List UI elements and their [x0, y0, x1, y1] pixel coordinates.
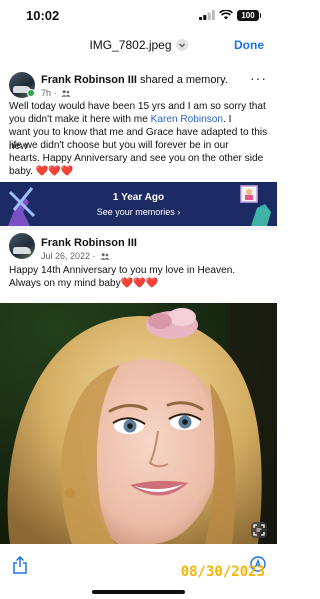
post-author-line: Frank Robinson III shared a memory.	[41, 74, 228, 86]
memory-share-post: Frank Robinson III shared a memory. 7h ·…	[0, 64, 277, 182]
online-status-icon	[27, 89, 35, 97]
post-photo[interactable]	[0, 303, 277, 544]
status-bar: 10:02 100	[0, 0, 277, 30]
post-date: Jul 26, 2022 ·	[41, 251, 99, 261]
post-body-line: Happy 14th Anniversary to you my love in…	[9, 265, 236, 276]
friends-audience-icon	[61, 90, 71, 97]
file-name: IMG_7802.jpeg	[89, 38, 172, 52]
memory-banner[interactable]: 1 Year Ago See your memories ›	[0, 182, 277, 226]
share-icon[interactable]	[12, 556, 28, 574]
post-action: shared a memory.	[136, 74, 228, 86]
live-text-icon[interactable]	[251, 522, 267, 538]
post-author[interactable]: Frank Robinson III	[41, 74, 137, 86]
signal-icon	[199, 10, 215, 20]
see-memories-link[interactable]: See your memories ›	[0, 207, 277, 217]
memory-photo-card-icon	[240, 185, 271, 226]
post-body-line: life we didn't choose but you will forev…	[9, 140, 229, 151]
date-stamp: 08/30/2023	[180, 564, 265, 580]
portrait-image	[0, 303, 277, 544]
status-icons: 100	[199, 9, 261, 21]
memory-title: 1 Year Ago	[112, 192, 165, 203]
post-author-line: Frank Robinson III	[41, 237, 137, 249]
post-body-line: you didn't make it here with me Karen Ro…	[9, 114, 232, 125]
post-time: 7h ·	[41, 88, 60, 98]
viewer-header: IMG_7802.jpeg Done	[0, 30, 277, 60]
home-indicator	[92, 590, 185, 594]
chevron-down-icon[interactable]	[175, 38, 188, 51]
friends-audience-icon	[100, 253, 110, 260]
battery-icon: 100	[237, 9, 261, 21]
more-options-icon[interactable]: ···	[250, 70, 267, 86]
post-body-line: hearts. Happy Anniversary and see you on…	[9, 153, 264, 164]
status-time: 10:02	[26, 8, 60, 23]
memory-illustration-left-icon	[8, 187, 36, 226]
post-meta: Jul 26, 2022 ·	[41, 251, 110, 261]
post-body-line: baby. ❤️❤️❤️	[9, 166, 74, 177]
wifi-icon	[219, 10, 233, 20]
post-meta: 7h ·	[41, 88, 71, 98]
avatar[interactable]	[9, 233, 35, 259]
tagged-person-link[interactable]: Karen Robinson	[151, 114, 223, 125]
screenshot-image: Frank Robinson III shared a memory. 7h ·…	[0, 64, 277, 544]
post-body-line: Well today would have been 15 yrs and I …	[9, 101, 266, 112]
done-button[interactable]: Done	[234, 38, 264, 52]
post-body-line: Always on my mind baby❤️❤️❤️	[9, 278, 159, 289]
original-memory-post: Frank Robinson III Jul 26, 2022 · Happy …	[0, 230, 277, 544]
post-author[interactable]: Frank Robinson III	[41, 237, 137, 249]
